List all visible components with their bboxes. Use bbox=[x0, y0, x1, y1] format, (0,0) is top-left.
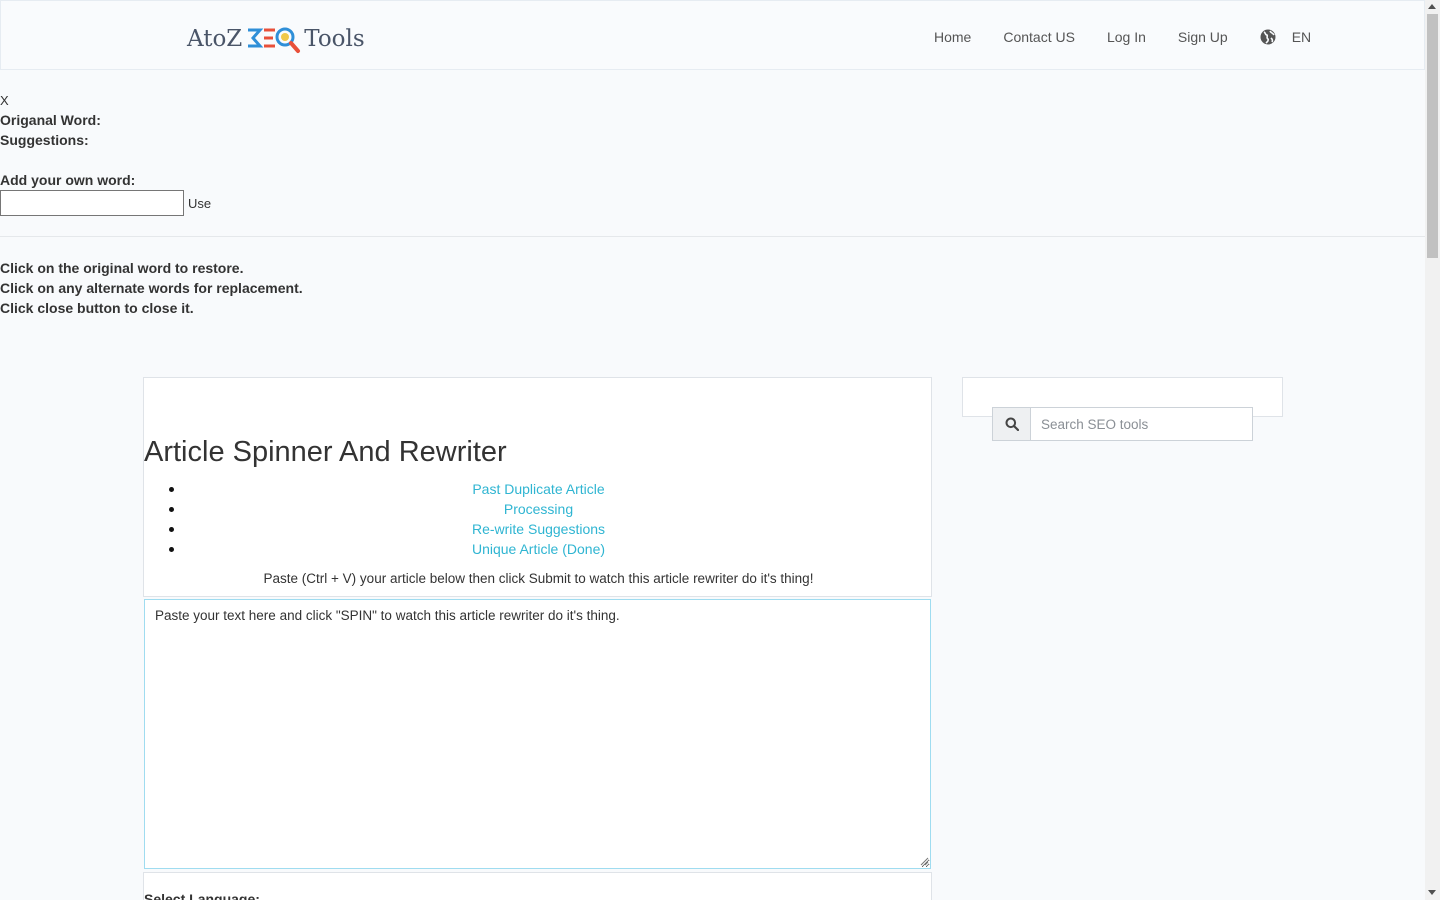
seo-magnifier-logo-icon bbox=[248, 27, 301, 53]
step-item[interactable]: Processing bbox=[144, 499, 933, 519]
suggestions-label: Suggestions: bbox=[0, 132, 89, 148]
scroll-up-icon[interactable] bbox=[1428, 4, 1436, 9]
search-group bbox=[992, 407, 1253, 441]
step-item[interactable]: Re-write Suggestions bbox=[144, 519, 933, 539]
nav-contact-us[interactable]: Contact US bbox=[1003, 29, 1075, 45]
tool-card: Article Spinner And Rewriter Past Duplic… bbox=[143, 377, 932, 597]
help-line: Click on the original word to restore. bbox=[0, 260, 244, 276]
page-title: Article Spinner And Rewriter bbox=[144, 436, 507, 468]
globe-icon bbox=[1260, 29, 1276, 45]
resize-grip-icon[interactable] bbox=[919, 856, 929, 866]
select-language-label: Select Language: bbox=[144, 891, 260, 900]
use-word-button[interactable]: Use bbox=[188, 196, 211, 211]
paste-instructions: Paste (Ctrl + V) your article below then… bbox=[263, 571, 814, 586]
nav-log-in[interactable]: Log In bbox=[1107, 29, 1146, 45]
nav-sign-up[interactable]: Sign Up bbox=[1178, 29, 1228, 45]
word-spinner-panel: X Origanal Word: Suggestions: Add your o… bbox=[0, 92, 1425, 216]
process-steps-list: Past Duplicate Article Processing Re-wri… bbox=[144, 479, 933, 559]
original-word-label: Origanal Word: bbox=[0, 112, 101, 128]
top-navbar: AtoZ Tools Home Contact US Log In Sign U… bbox=[0, 0, 1425, 70]
logo-text-right: Tools bbox=[304, 26, 365, 52]
nav-home[interactable]: Home bbox=[934, 29, 971, 45]
vertical-scrollbar[interactable] bbox=[1425, 0, 1440, 900]
language-selector[interactable]: EN bbox=[1260, 29, 1311, 45]
language-code: EN bbox=[1291, 29, 1312, 45]
main-nav: Home Contact US Log In Sign Up EN bbox=[934, 29, 1311, 45]
article-textarea[interactable] bbox=[144, 599, 931, 869]
own-word-row: Use bbox=[0, 190, 1425, 216]
search-input[interactable] bbox=[1031, 407, 1253, 441]
spinner-help-text: Click on the original word to restore. C… bbox=[0, 258, 303, 318]
search-button[interactable] bbox=[992, 407, 1031, 441]
spinner-close-button[interactable]: X bbox=[0, 92, 1425, 110]
search-icon bbox=[1005, 417, 1019, 431]
scroll-down-icon[interactable] bbox=[1428, 890, 1436, 895]
add-own-word-label: Add your own word: bbox=[0, 172, 136, 188]
help-line: Click on any alternate words for replace… bbox=[0, 280, 303, 296]
own-word-input[interactable] bbox=[0, 190, 184, 216]
help-line: Click close button to close it. bbox=[0, 300, 194, 316]
step-item[interactable]: Past Duplicate Article bbox=[144, 479, 933, 499]
language-card: Select Language: bbox=[143, 872, 932, 900]
step-item[interactable]: Unique Article (Done) bbox=[144, 539, 933, 559]
divider bbox=[0, 236, 1425, 237]
site-logo[interactable]: AtoZ Tools bbox=[187, 23, 365, 55]
scroll-thumb[interactable] bbox=[1427, 14, 1438, 258]
logo-text-left: AtoZ bbox=[187, 26, 243, 52]
